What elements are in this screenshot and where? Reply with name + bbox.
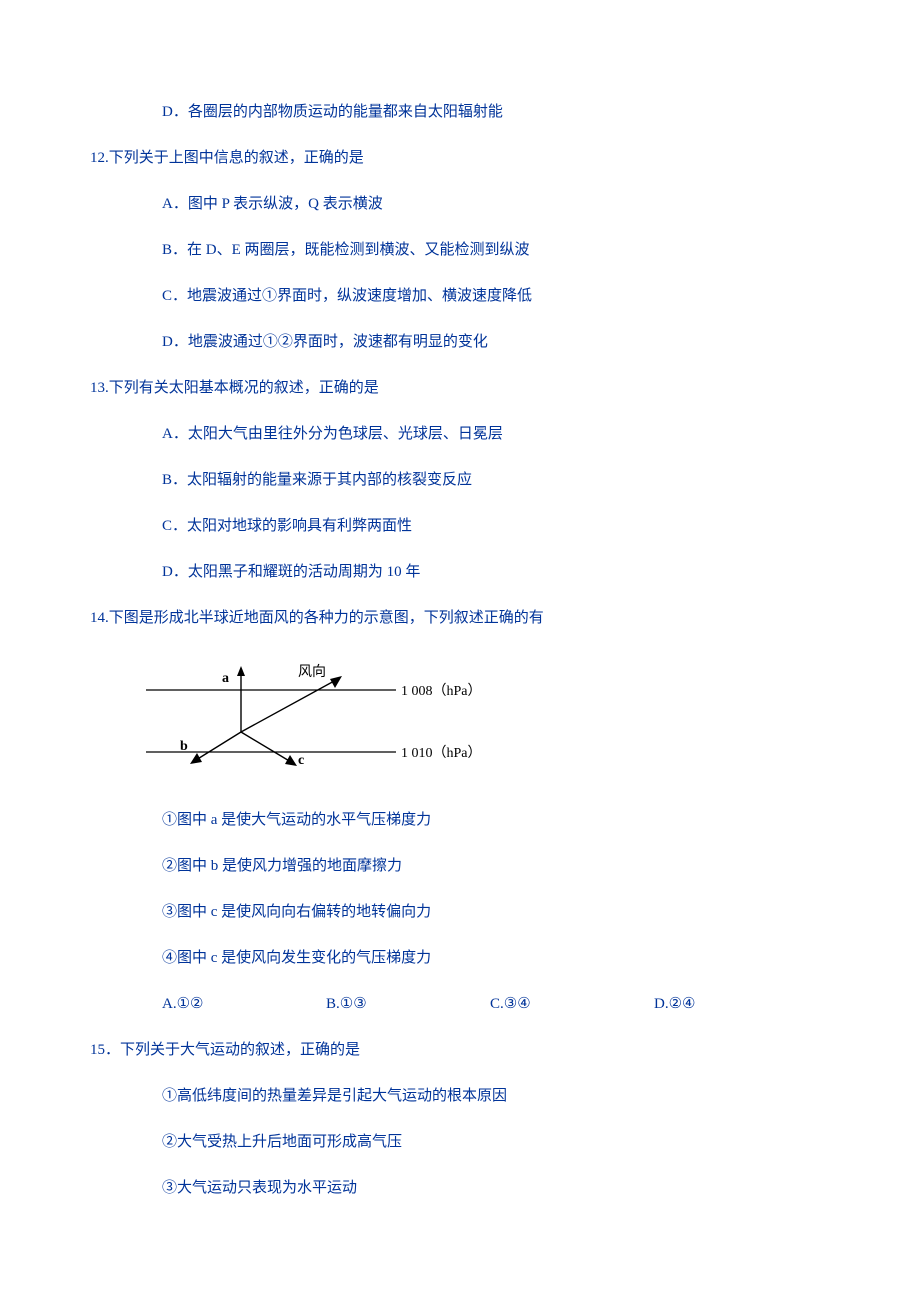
- isobar-1010-label: 1 010（hPa）: [401, 745, 482, 761]
- q12-option-d: D．地震波通过①②界面时，波速都有明显的变化: [90, 330, 830, 354]
- q14-statement-3: ③图中 c 是使风向向右偏转的地转偏向力: [90, 900, 830, 924]
- q14-options-row: A.①② B.①③ C.③④ D.②④: [90, 992, 830, 1016]
- q15-statement-3: ③大气运动只表现为水平运动: [90, 1176, 830, 1200]
- q14-option-c: C.③④: [490, 992, 654, 1016]
- q13-option-a: A．太阳大气由里往外分为色球层、光球层、日冕层: [90, 422, 830, 446]
- isobar-1008-label: 1 008（hPa）: [401, 683, 482, 699]
- q12-option-a: A．图中 P 表示纵波，Q 表示横波: [90, 192, 830, 216]
- q14-diagram: 1 008（hPa） 1 010（hPa） a 风向 b c: [90, 652, 830, 782]
- q15-stem: 15．下列关于大气运动的叙述，正确的是: [90, 1038, 830, 1062]
- q14-statement-1: ①图中 a 是使大气运动的水平气压梯度力: [90, 808, 830, 832]
- q15-statement-1: ①高低纬度间的热量差异是引起大气运动的根本原因: [90, 1084, 830, 1108]
- q14-option-b: B.①③: [326, 992, 490, 1016]
- wind-direction-label: 风向: [298, 664, 326, 680]
- q12-option-b: B．在 D、E 两圈层，既能检测到横波、又能检测到纵波: [90, 238, 830, 262]
- q11-option-d: D．各圈层的内部物质运动的能量都来自太阳辐射能: [90, 100, 830, 124]
- q15-statement-2: ②大气受热上升后地面可形成高气压: [90, 1130, 830, 1154]
- q13-option-b: B．太阳辐射的能量来源于其内部的核裂变反应: [90, 468, 830, 492]
- vector-b-label: b: [180, 739, 188, 754]
- vector-c-label: c: [298, 753, 304, 768]
- q12-stem: 12.下列关于上图中信息的叙述，正确的是: [90, 146, 830, 170]
- q14-statement-2: ②图中 b 是使风力增强的地面摩擦力: [90, 854, 830, 878]
- vector-a-label: a: [222, 671, 229, 686]
- q13-stem: 13.下列有关太阳基本概况的叙述，正确的是: [90, 376, 830, 400]
- q12-option-c: C．地震波通过①界面时，纵波速度增加、横波速度降低: [90, 284, 830, 308]
- q14-stem: 14.下图是形成北半球近地面风的各种力的示意图，下列叙述正确的有: [90, 606, 830, 630]
- q14-option-a: A.①②: [162, 992, 326, 1016]
- q13-option-d: D．太阳黑子和耀斑的活动周期为 10 年: [90, 560, 830, 584]
- q14-option-d: D.②④: [654, 992, 774, 1016]
- q14-statement-4: ④图中 c 是使风向发生变化的气压梯度力: [90, 946, 830, 970]
- q13-option-c: C．太阳对地球的影响具有利弊两面性: [90, 514, 830, 538]
